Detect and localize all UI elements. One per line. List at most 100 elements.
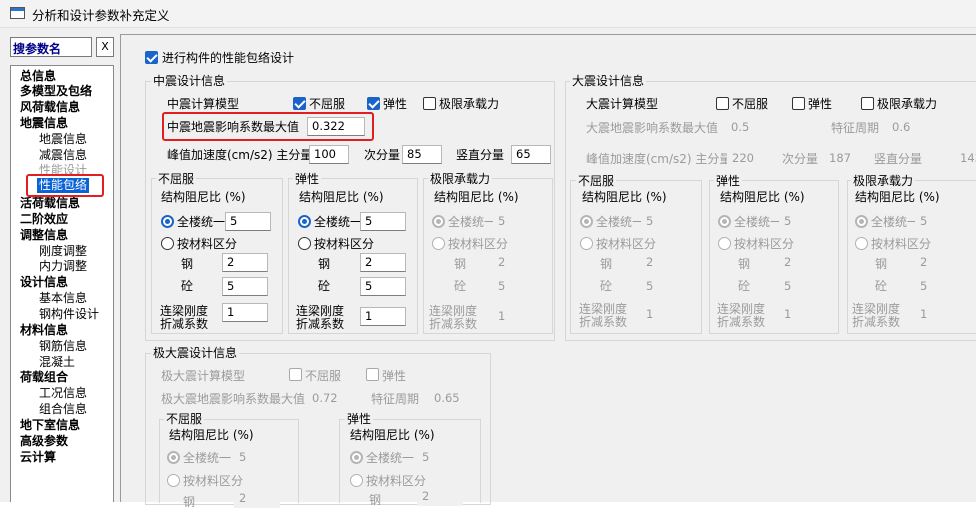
mid-elastic-checkbox[interactable] [367, 97, 380, 110]
nav-item-cloud[interactable]: 云计算 [20, 450, 56, 465]
search-parameter-input[interactable]: 搜参数名 [10, 37, 92, 57]
mid-ny-material-radio[interactable] [161, 237, 174, 250]
large-el-concrete-input[interactable]: 5 [779, 277, 825, 296]
large-pga-sec-input[interactable]: 187 [824, 149, 864, 168]
nav-item-force-adjust[interactable]: 内力调整 [39, 259, 87, 274]
mid-ul-uniform-input[interactable]: 5 [493, 212, 539, 231]
large-elastic-checkbox[interactable] [792, 97, 805, 110]
nav-item-stiffness-adjust[interactable]: 刚度调整 [39, 244, 87, 259]
extreme-el-uniform-input[interactable]: 5 [417, 448, 463, 467]
nav-item-seismic-info[interactable]: 地震信息 [39, 132, 87, 147]
extreme-no-yield-checkbox[interactable] [289, 368, 302, 381]
large-el-coupling-input[interactable]: 1 [779, 305, 825, 324]
mid-ul-damping-label: 结构阻尼比 (%) [434, 190, 519, 204]
large-ul-concrete-input[interactable]: 5 [915, 277, 961, 296]
mid-ul-coupling-input[interactable]: 1 [493, 307, 539, 326]
mid-ul-material-radio[interactable] [432, 237, 445, 250]
extreme-el-uniform-radio[interactable] [350, 451, 363, 464]
nav-item-basement[interactable]: 地下室信息 [20, 418, 80, 433]
nav-item-wind[interactable]: 风荷载信息 [20, 100, 80, 115]
large-ny-concrete-input[interactable]: 5 [641, 277, 687, 296]
large-ny-material-radio[interactable] [580, 237, 593, 250]
large-ny-coupling-label-2: 折减系数 [579, 315, 628, 329]
mid-pga-vert-input[interactable]: 65 [511, 145, 551, 164]
mid-el-uniform-radio[interactable] [298, 215, 311, 228]
large-alpha-label: 大震地震影响系数最大值 [586, 121, 719, 135]
large-ny-coupling-input[interactable]: 1 [641, 305, 687, 324]
mid-ny-coupling-input[interactable]: 1 [222, 303, 268, 322]
extreme-ny-material-radio[interactable] [167, 474, 180, 487]
large-ul-material-radio[interactable] [855, 237, 868, 250]
extreme-ny-uniform-input[interactable]: 5 [234, 448, 280, 467]
mid-el-steel-input[interactable]: 2 [360, 253, 406, 272]
extreme-alpha-input[interactable]: 0.72 [307, 389, 353, 408]
large-ul-uniform-radio[interactable] [855, 215, 868, 228]
extreme-period-input[interactable]: 0.65 [429, 389, 475, 408]
large-el-material-label: 按材料区分 [734, 237, 795, 251]
large-el-concrete-label: 砼 [738, 279, 751, 293]
large-el-steel-input[interactable]: 2 [779, 253, 825, 272]
mid-ny-title: 不屈服 [156, 172, 197, 186]
large-ny-uniform-input[interactable]: 5 [641, 212, 687, 231]
mid-no-yield-checkbox[interactable] [293, 97, 306, 110]
large-el-uniform-input[interactable]: 5 [779, 212, 825, 231]
large-pga-vert-input[interactable]: 143 [957, 149, 976, 168]
extreme-ny-steel-input[interactable]: 2 [234, 489, 280, 508]
nav-item-damping[interactable]: 减震信息 [39, 148, 87, 163]
nav-item-general[interactable]: 总信息 [20, 69, 56, 84]
large-ultimate-checkbox[interactable] [861, 97, 874, 110]
mid-ny-uniform-radio[interactable] [161, 215, 174, 228]
large-el-material-radio[interactable] [718, 237, 731, 250]
mid-group-title: 中震设计信息 [151, 74, 228, 88]
mid-el-material-radio[interactable] [298, 237, 311, 250]
clear-search-button[interactable]: X [96, 37, 114, 57]
nav-item-seismic[interactable]: 地震信息 [20, 116, 68, 131]
nav-item-basic[interactable]: 基本信息 [39, 291, 87, 306]
mid-ny-concrete-input[interactable]: 5 [222, 277, 268, 296]
mid-el-concrete-input[interactable]: 5 [360, 277, 406, 296]
large-el-uniform-radio[interactable] [718, 215, 731, 228]
large-ny-steel-input[interactable]: 2 [641, 253, 687, 272]
mid-ny-steel-input[interactable]: 2 [222, 253, 268, 272]
extreme-elastic-checkbox[interactable] [366, 368, 379, 381]
extreme-el-steel-input[interactable]: 2 [417, 487, 463, 506]
extreme-ny-uniform-radio[interactable] [167, 451, 180, 464]
nav-item-comb-info[interactable]: 组合信息 [39, 402, 87, 417]
nav-item-concrete[interactable]: 混凝土 [39, 355, 75, 370]
mid-ul-uniform-radio[interactable] [432, 215, 445, 228]
mid-el-coupling-input[interactable]: 1 [360, 307, 406, 326]
enable-envelope-checkbox[interactable] [145, 51, 158, 64]
large-pga-main-input[interactable]: 220 [727, 149, 767, 168]
mid-el-uniform-input[interactable]: 5 [360, 212, 406, 231]
nav-item-load-comb[interactable]: 荷载组合 [20, 370, 68, 385]
large-ul-steel-input[interactable]: 2 [915, 253, 961, 272]
mid-ny-uniform-input[interactable]: 5 [225, 212, 271, 231]
extreme-group-title: 极大震设计信息 [151, 346, 240, 360]
nav-item-load-cases[interactable]: 工况信息 [39, 386, 87, 401]
mid-ul-concrete-input[interactable]: 5 [493, 277, 539, 296]
large-ny-uniform-radio[interactable] [580, 215, 593, 228]
large-no-yield-checkbox[interactable] [716, 97, 729, 110]
main-panel: 进行构件的性能包络设计 中震设计信息 中震计算模型 不屈服 弹性 极限承载力 中… [120, 28, 976, 509]
mid-pga-main-input[interactable]: 100 [309, 145, 349, 164]
large-alpha-input[interactable]: 0.5 [726, 118, 776, 137]
nav-item-second-order[interactable]: 二阶效应 [20, 212, 68, 227]
highlight-box-alpha [162, 112, 374, 141]
large-elastic-label: 弹性 [808, 97, 833, 111]
extreme-el-material-radio[interactable] [350, 474, 363, 487]
nav-item-steel-design[interactable]: 钢构件设计 [39, 307, 99, 322]
nav-item-live-load[interactable]: 活荷载信息 [20, 196, 80, 211]
large-ul-steel-label: 钢 [875, 257, 888, 271]
nav-item-material[interactable]: 材料信息 [20, 323, 68, 338]
large-ul-uniform-input[interactable]: 5 [915, 212, 961, 231]
nav-item-design[interactable]: 设计信息 [20, 275, 68, 290]
mid-ultimate-checkbox[interactable] [423, 97, 436, 110]
nav-item-adjust[interactable]: 调整信息 [20, 228, 68, 243]
large-period-input[interactable]: 0.6 [887, 118, 937, 137]
nav-item-advanced[interactable]: 高级参数 [20, 434, 68, 449]
mid-ul-steel-input[interactable]: 2 [493, 253, 539, 272]
mid-pga-sec-input[interactable]: 85 [402, 145, 442, 164]
nav-item-rebar[interactable]: 钢筋信息 [39, 339, 87, 354]
nav-item-multi-model[interactable]: 多模型及包络 [20, 84, 92, 99]
large-ul-coupling-input[interactable]: 1 [915, 305, 961, 324]
